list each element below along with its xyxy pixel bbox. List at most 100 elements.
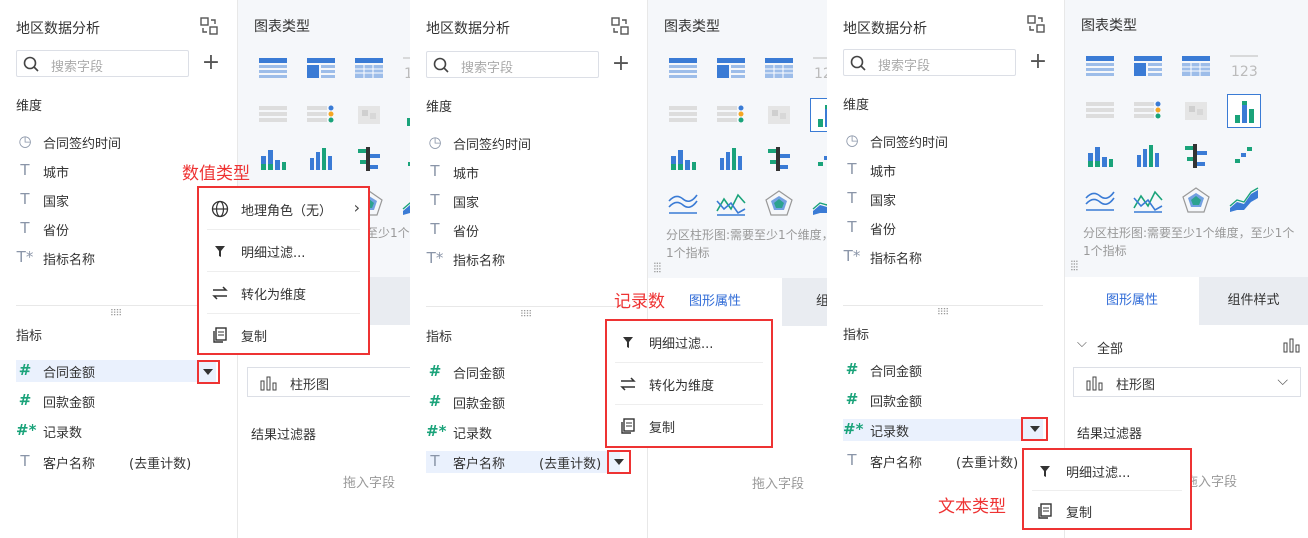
dimension-item[interactable]: ◷ 合同签约时间: [16, 131, 216, 153]
menu-item-geo-role[interactable]: 地理角色（无） ›: [199, 188, 368, 230]
radar-chart-icon[interactable]: [1179, 184, 1213, 218]
status-table-icon[interactable]: [304, 98, 338, 132]
filter-drop-zone[interactable]: 拖入字段: [660, 456, 827, 538]
menu-item-copy[interactable]: 复制: [199, 314, 368, 356]
range-area-icon[interactable]: [1227, 184, 1261, 218]
resize-handle[interactable]: ⠿⠿: [651, 261, 661, 272]
dimension-item[interactable]: T 城市: [843, 159, 1043, 181]
dimension-item[interactable]: T* 指标名称: [426, 248, 626, 270]
add-field-button[interactable]: +: [201, 52, 221, 74]
measure-item[interactable]: # 合同金额: [426, 361, 626, 383]
grouped-bar-icon[interactable]: [810, 98, 827, 132]
tab-component-style[interactable]: 组件样式: [1199, 277, 1308, 325]
radar-chart-icon[interactable]: [762, 187, 796, 221]
dimension-item[interactable]: T* 指标名称: [16, 247, 216, 269]
measure-item[interactable]: #* 记录数: [426, 421, 626, 443]
menu-item-convert-dimension[interactable]: 转化为维度: [199, 272, 368, 314]
measure-item[interactable]: # 合同金额: [843, 359, 1043, 381]
resize-handle[interactable]: ⠿⠿: [937, 308, 949, 318]
grouped-bar-icon[interactable]: [1227, 94, 1261, 128]
heatmap-icon[interactable]: [352, 98, 386, 132]
chart-type-select[interactable]: 柱形图 ⌵: [1073, 367, 1301, 397]
field-dropdown-button[interactable]: [611, 454, 627, 470]
range-area-icon[interactable]: [400, 187, 410, 221]
switch-dataset-icon[interactable]: [1027, 15, 1045, 33]
area-line-icon[interactable]: [666, 187, 700, 221]
bar-chart-icon[interactable]: [304, 142, 338, 176]
resize-handle[interactable]: ⠿⠿: [1068, 259, 1078, 270]
tab-graph-properties[interactable]: 图形属性: [1065, 277, 1199, 325]
detail-table-icon[interactable]: [666, 98, 700, 132]
kpi-number-icon[interactable]: 123: [810, 52, 827, 86]
horizontal-bar-icon[interactable]: [1179, 139, 1213, 173]
cross-table-icon[interactable]: [762, 52, 796, 86]
grouped-bar-icon[interactable]: [400, 98, 410, 132]
detail-table-icon[interactable]: [1083, 94, 1117, 128]
heatmap-icon[interactable]: [1179, 94, 1213, 128]
line-chart-icon[interactable]: [1131, 184, 1165, 218]
field-dropdown-button[interactable]: [1027, 421, 1043, 437]
stacked-bar-icon[interactable]: [1083, 139, 1117, 173]
tab-component-style[interactable]: 组件样式: [782, 278, 827, 326]
dimension-item[interactable]: ◷ 合同签约时间: [843, 130, 1043, 152]
dimension-item[interactable]: T 国家: [843, 188, 1043, 210]
stacked-bar-icon[interactable]: [256, 142, 290, 176]
table-icon[interactable]: [1083, 50, 1117, 84]
measure-item[interactable]: # 回款金额: [16, 390, 216, 412]
menu-item-copy[interactable]: 复制: [607, 405, 771, 447]
scatter-icon[interactable]: [400, 142, 410, 176]
dimension-item[interactable]: T 国家: [426, 190, 626, 212]
chart-type-select[interactable]: 柱形图: [247, 367, 410, 397]
line-chart-icon[interactable]: [714, 187, 748, 221]
add-field-button[interactable]: +: [1028, 51, 1048, 73]
horizontal-bar-icon[interactable]: [352, 142, 386, 176]
menu-item-detail-filter[interactable]: 明细过滤...: [1024, 450, 1190, 492]
add-field-button[interactable]: +: [611, 53, 631, 75]
area-line-icon[interactable]: [1083, 184, 1117, 218]
scatter-icon[interactable]: [810, 142, 827, 176]
search-input[interactable]: 搜索字段: [426, 51, 599, 78]
chevron-down-icon[interactable]: ⌵: [1077, 336, 1087, 351]
grouped-table-icon[interactable]: [1131, 50, 1165, 84]
range-area-icon[interactable]: [810, 187, 827, 221]
measure-item[interactable]: T 客户名称 (去重计数): [843, 450, 1043, 472]
dimension-item[interactable]: ◷ 合同签约时间: [426, 132, 626, 154]
dimension-item[interactable]: T 省份: [16, 218, 216, 240]
measure-item[interactable]: #* 记录数: [16, 420, 216, 442]
table-icon[interactable]: [666, 52, 700, 86]
bar-chart-icon[interactable]: [1131, 139, 1165, 173]
horizontal-bar-icon[interactable]: [762, 142, 796, 176]
switch-dataset-icon[interactable]: [611, 17, 629, 35]
bar-chart-icon[interactable]: [714, 142, 748, 176]
menu-item-convert-dimension[interactable]: 转化为维度: [607, 363, 771, 405]
resize-handle[interactable]: ⠿⠿: [110, 309, 122, 319]
dimension-item[interactable]: T 省份: [426, 219, 626, 241]
measure-item[interactable]: T 客户名称 (去重计数): [426, 451, 620, 473]
heatmap-icon[interactable]: [762, 98, 796, 132]
measure-item[interactable]: # 回款金额: [843, 389, 1043, 411]
detail-table-icon[interactable]: [256, 98, 290, 132]
cross-table-icon[interactable]: [1179, 50, 1213, 84]
switch-dataset-icon[interactable]: [200, 17, 218, 35]
menu-item-detail-filter[interactable]: 明细过滤...: [607, 321, 771, 363]
stacked-bar-icon[interactable]: [666, 142, 700, 176]
kpi-number-icon[interactable]: 123: [1227, 50, 1261, 84]
cross-table-icon[interactable]: [352, 52, 386, 86]
measure-item[interactable]: # 回款金额: [426, 391, 626, 413]
dimension-item[interactable]: T 城市: [426, 161, 626, 183]
bar-chart-icon[interactable]: [1283, 337, 1301, 353]
status-table-icon[interactable]: [1131, 94, 1165, 128]
status-table-icon[interactable]: [714, 98, 748, 132]
dimension-item[interactable]: T* 指标名称: [843, 246, 1043, 268]
menu-item-copy[interactable]: 复制: [1024, 490, 1190, 532]
measure-item[interactable]: #* 记录数: [843, 419, 1043, 441]
menu-item-detail-filter[interactable]: 明细过滤...: [199, 230, 368, 272]
grouped-table-icon[interactable]: [304, 52, 338, 86]
filter-drop-zone[interactable]: 拖入字段: [250, 456, 410, 538]
resize-handle[interactable]: ⠿⠿: [520, 310, 532, 320]
table-icon[interactable]: [256, 52, 290, 86]
search-input[interactable]: 搜索字段: [843, 49, 1016, 76]
scatter-icon[interactable]: [1227, 139, 1261, 173]
kpi-number-icon[interactable]: 123: [400, 52, 410, 86]
measure-item[interactable]: # 合同金额: [16, 360, 216, 382]
